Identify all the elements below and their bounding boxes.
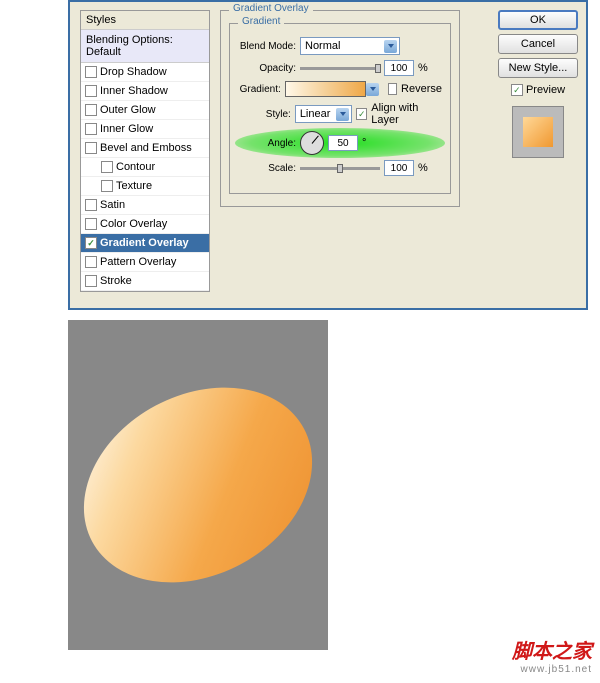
new-style-button[interactable]: New Style... [498,58,578,78]
style-item-drop-shadow[interactable]: Drop Shadow [81,63,209,82]
style-label: Drop Shadow [100,66,167,78]
angle-dial[interactable] [300,131,324,155]
blend-mode-dropdown[interactable]: Normal [300,37,400,55]
angle-suffix: ° [362,137,366,149]
style-label: Stroke [100,275,132,287]
style-checkbox[interactable] [85,104,97,116]
cancel-button[interactable]: Cancel [498,34,578,54]
watermark: 脚本之家 www.jb51.net [512,635,592,675]
scale-input[interactable] [384,160,414,176]
style-checkbox[interactable]: ✓ [85,237,97,249]
style-item-contour[interactable]: Contour [81,158,209,177]
style-label: Bevel and Emboss [100,142,192,154]
style-label: Satin [100,199,125,211]
opacity-slider[interactable] [300,67,380,70]
scale-slider[interactable] [300,167,380,170]
blend-mode-label: Blend Mode: [238,41,296,52]
style-label: Color Overlay [100,218,167,230]
style-checkbox[interactable] [85,218,97,230]
preview-checkbox[interactable]: ✓ [511,84,523,96]
style-item-inner-shadow[interactable]: Inner Shadow [81,82,209,101]
gradient-ellipse [50,349,346,621]
style-item-pattern-overlay[interactable]: Pattern Overlay [81,253,209,272]
scale-suffix: % [418,162,428,174]
settings-title: Gradient Overlay [229,3,313,14]
style-item-inner-glow[interactable]: Inner Glow [81,120,209,139]
style-checkbox[interactable] [101,180,113,192]
styles-list-panel: Styles Blending Options: Default Drop Sh… [80,10,210,292]
reverse-label: Reverse [401,83,442,95]
style-checkbox[interactable] [85,85,97,97]
reverse-checkbox[interactable] [388,83,397,95]
style-checkbox[interactable] [85,123,97,135]
gradient-picker[interactable] [285,81,367,97]
style-label: Texture [116,180,152,192]
opacity-input[interactable] [384,60,414,76]
gradient-overlay-settings: Gradient Overlay Gradient Blend Mode: No… [220,10,460,180]
style-label: Outer Glow [100,104,156,116]
settings-subtitle: Gradient [238,16,284,27]
blending-options-default[interactable]: Blending Options: Default [81,30,209,63]
style-label: Inner Shadow [100,85,168,97]
styles-header: Styles [81,11,209,30]
style-checkbox[interactable] [101,161,113,173]
align-label: Align with Layer [371,102,442,126]
style-label: Pattern Overlay [100,256,176,268]
style-label: Style: [238,109,291,120]
gradient-label: Gradient: [238,84,281,95]
style-item-gradient-overlay[interactable]: ✓Gradient Overlay [81,234,209,253]
style-checkbox[interactable] [85,199,97,211]
layer-style-dialog: Styles Blending Options: Default Drop Sh… [68,0,588,310]
opacity-label: Opacity: [238,63,296,74]
style-dropdown[interactable]: Linear [295,105,352,123]
style-label: Gradient Overlay [100,237,189,249]
style-item-texture[interactable]: Texture [81,177,209,196]
style-item-color-overlay[interactable]: Color Overlay [81,215,209,234]
style-checkbox[interactable] [85,142,97,154]
angle-label: Angle: [238,138,296,149]
preview-swatch [512,106,564,158]
opacity-suffix: % [418,62,428,74]
preview-label: Preview [526,84,565,96]
align-checkbox[interactable]: ✓ [356,108,367,120]
result-preview [68,320,328,650]
style-item-satin[interactable]: Satin [81,196,209,215]
style-label: Contour [116,161,155,173]
dialog-buttons: OK Cancel New Style... ✓ Preview [498,10,578,164]
ok-button[interactable]: OK [498,10,578,30]
style-item-bevel-and-emboss[interactable]: Bevel and Emboss [81,139,209,158]
style-label: Inner Glow [100,123,153,135]
scale-label: Scale: [238,163,296,174]
style-item-outer-glow[interactable]: Outer Glow [81,101,209,120]
style-checkbox[interactable] [85,66,97,78]
angle-input[interactable] [328,135,358,151]
style-checkbox[interactable] [85,256,97,268]
style-checkbox[interactable] [85,275,97,287]
style-item-stroke[interactable]: Stroke [81,272,209,291]
